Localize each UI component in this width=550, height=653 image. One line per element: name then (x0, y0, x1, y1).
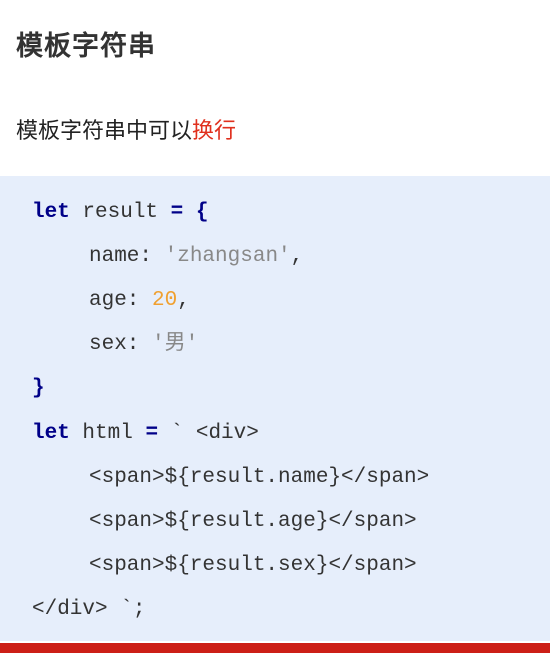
code-line-5: } (32, 376, 45, 402)
punctuation: , (290, 245, 304, 268)
description-text: 模板字符串中可以 (16, 119, 193, 144)
operator: = (145, 422, 159, 445)
page-title: 模板字符串 (16, 31, 156, 62)
keyword: let (32, 422, 70, 445)
code-line-4: sex: '男' (89, 332, 198, 358)
code-line-2: name: 'zhangsan', (89, 244, 303, 270)
operator: } (32, 377, 45, 400)
description-highlight: 换行 (192, 119, 237, 144)
identifier: html (69, 422, 146, 445)
bottom-bar-divider (0, 641, 550, 643)
property-key: sex: (89, 333, 153, 356)
code-line-10: </div> `; (32, 598, 146, 621)
number-literal: 20 (152, 289, 178, 312)
string-literal: '男' (152, 333, 199, 356)
string-literal: 'zhangsan' (164, 245, 291, 268)
punctuation: , (177, 289, 190, 312)
property-key: name: (89, 245, 165, 268)
code-line-7: <span>${result.name}</span> (89, 466, 430, 489)
code-line-9: <span>${result.sex}</span> (89, 554, 417, 577)
code-block: let result = { name: 'zhangsan', age: 20… (0, 176, 550, 641)
property-key: age: (89, 289, 153, 312)
operator: = { (170, 201, 209, 224)
code-line-3: age: 20, (89, 288, 190, 314)
code-line-1: let result = { (32, 200, 208, 226)
template-start: ` <div> (158, 422, 259, 445)
code-line-6: let html = ` <div> (32, 421, 259, 447)
keyword: let (32, 201, 70, 224)
code-line-8: <span>${result.age}</span> (89, 510, 417, 533)
description: 模板字符串中可以换行 (16, 113, 236, 145)
identifier: result (69, 201, 171, 224)
